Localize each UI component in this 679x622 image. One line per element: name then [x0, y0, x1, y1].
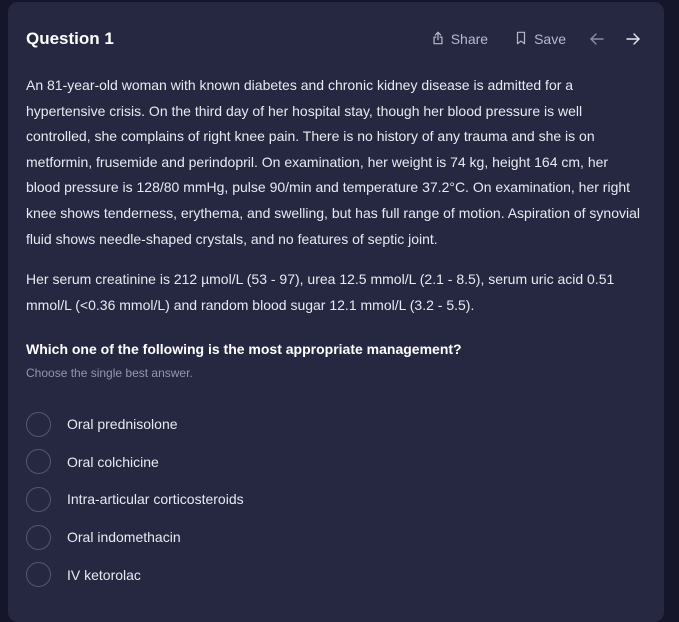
- question-header: Question 1 Share Save: [26, 28, 642, 50]
- header-actions: Share Save: [431, 28, 642, 50]
- answer-options: Oral prednisolone Oral colchicine Intra-…: [26, 409, 244, 597]
- arrow-right-icon: [626, 33, 640, 45]
- share-icon: [431, 31, 445, 48]
- stem-paragraph-1: An 81-year-old woman with known diabetes…: [26, 77, 641, 247]
- share-label: Share: [450, 31, 489, 47]
- answer-option-label: Oral colchicine: [67, 453, 159, 470]
- next-question-button[interactable]: [624, 30, 642, 48]
- answer-option[interactable]: IV ketorolac: [26, 560, 244, 590]
- question-card: Question 1 Share Save An 81-year-old wom…: [8, 2, 664, 622]
- answer-option-label: Oral indomethacin: [67, 529, 181, 546]
- question-stem: An 81-year-old woman with known diabetes…: [26, 73, 644, 318]
- question-prompt: Which one of the following is the most a…: [26, 341, 462, 357]
- answer-hint: Choose the single best answer.: [26, 366, 193, 380]
- save-label: Save: [534, 31, 566, 47]
- answer-option[interactable]: Oral indomethacin: [26, 522, 244, 552]
- radio-button[interactable]: [26, 411, 51, 437]
- radio-button[interactable]: [26, 486, 51, 512]
- answer-option[interactable]: Oral colchicine: [26, 447, 244, 477]
- bookmark-icon: [514, 31, 528, 48]
- radio-button[interactable]: [26, 562, 51, 588]
- answer-option-label: Intra-articular corticosteroids: [67, 491, 244, 508]
- share-button[interactable]: Share: [431, 31, 488, 48]
- save-button[interactable]: Save: [514, 31, 566, 48]
- answer-option-label: IV ketorolac: [67, 566, 141, 583]
- previous-question-button[interactable]: [588, 30, 606, 48]
- stem-paragraph-2: Her serum creatinine is 212 µmol/L (53 -…: [26, 271, 615, 313]
- question-title: Question 1: [26, 29, 114, 48]
- answer-option-label: Oral prednisolone: [67, 416, 178, 432]
- answer-option[interactable]: Intra-articular corticosteroids: [26, 484, 244, 514]
- radio-button[interactable]: [26, 449, 51, 475]
- answer-option[interactable]: Oral prednisolone: [26, 409, 244, 439]
- radio-button[interactable]: [26, 524, 51, 550]
- arrow-left-icon: [590, 33, 604, 45]
